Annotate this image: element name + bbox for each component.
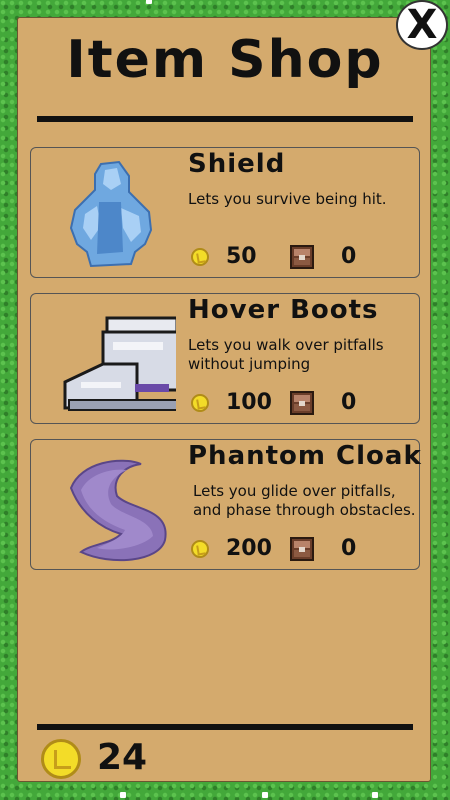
- item-description: Lets you glide over pitfalls, and phase …: [193, 482, 416, 519]
- coin-icon: [191, 248, 209, 266]
- item-price: 100: [226, 390, 272, 415]
- item-owned-count: 0: [341, 390, 357, 415]
- item-name: Phantom Cloak: [188, 441, 422, 471]
- item-owned-count: 0: [341, 536, 357, 561]
- item-description: Lets you survive being hit.: [188, 190, 387, 208]
- shield-crystal-icon: [69, 160, 153, 268]
- item-description: Lets you walk over pitfalls without jump…: [188, 336, 384, 373]
- coin-icon: [191, 540, 209, 558]
- flower-decoration: [262, 792, 268, 798]
- coin-icon: [41, 739, 81, 779]
- chest-icon: [290, 391, 314, 415]
- chest-icon: [290, 537, 314, 561]
- flower-decoration: [146, 0, 152, 4]
- item-price-row: 50 0: [191, 244, 411, 274]
- chest-icon: [290, 245, 314, 269]
- coin-icon: [191, 394, 209, 412]
- item-price: 50: [226, 244, 257, 269]
- item-price-row: 100 0: [191, 390, 411, 420]
- hover-boots-icon: [63, 316, 176, 411]
- item-owned-count: 0: [341, 244, 357, 269]
- title-divider: [37, 116, 413, 122]
- phantom-cloak-icon: [69, 459, 167, 562]
- item-price-row: 200 0: [191, 536, 411, 566]
- coin-balance: 24: [97, 737, 148, 778]
- flower-decoration: [120, 792, 126, 798]
- page-title: Item Shop: [66, 30, 384, 90]
- shop-item-phantom-cloak[interactable]: Phantom Cloak Lets you glide over pitfal…: [30, 439, 422, 570]
- item-name: Shield: [188, 149, 286, 179]
- footer-divider: [37, 724, 413, 730]
- item-name: Hover Boots: [188, 295, 379, 325]
- item-price: 200: [226, 536, 272, 561]
- flower-decoration: [372, 792, 378, 798]
- shop-item-shield[interactable]: Shield Lets you survive being hit. 50 0: [30, 147, 420, 278]
- shop-item-hover-boots[interactable]: Hover Boots Lets you walk over pitfalls …: [30, 293, 420, 424]
